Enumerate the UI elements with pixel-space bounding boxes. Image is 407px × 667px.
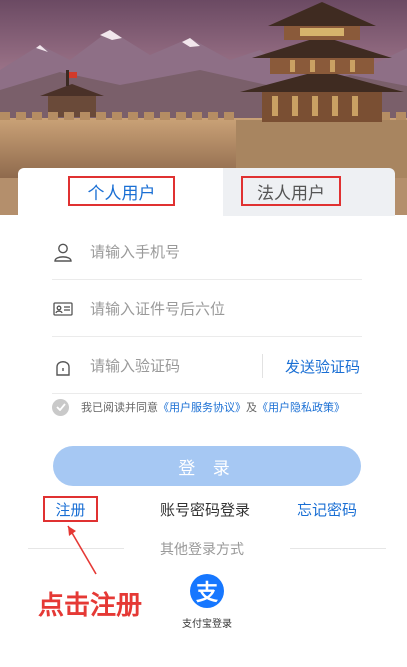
agreement-prefix: 我已阅读并同意 [81, 401, 158, 414]
send-code-button[interactable]: 发送验证码 [261, 354, 360, 378]
agreement-row: 我已阅读并同意 《用户服务协议》 及 《用户隐私政策》 [52, 397, 397, 417]
privacy-policy-link[interactable]: 《用户隐私政策》 [257, 399, 345, 415]
register-link[interactable]: 注册 [43, 496, 98, 522]
alipay-login-label: 支付宝登录 [182, 619, 232, 630]
tab-personal-user[interactable]: 个人用户 [68, 176, 175, 206]
forgot-password-link[interactable]: 忘记密码 [297, 499, 357, 520]
login-button[interactable]: 登 录 [53, 446, 361, 486]
id-number-field [52, 281, 362, 337]
phone-field [52, 224, 362, 280]
annotation-arrow [67, 525, 97, 575]
lock-icon [52, 355, 74, 377]
verification-code-field: 发送验证码 [52, 338, 362, 394]
service-agreement-link[interactable]: 《用户服务协议》 [158, 399, 246, 415]
phone-input[interactable] [90, 242, 362, 261]
user-type-tabs: 个人用户 法人用户 [18, 168, 395, 216]
alipay-login-button[interactable]: 支 支付宝登录 [175, 574, 239, 630]
id-card-icon [52, 298, 74, 320]
password-login-link[interactable]: 账号密码登录 [160, 499, 250, 520]
tab-legal-user[interactable]: 法人用户 [241, 176, 341, 206]
alipay-icon: 支 [190, 574, 224, 608]
divider-right [290, 548, 386, 549]
other-login-label: 其他登录方式 [160, 542, 244, 558]
user-icon [52, 241, 74, 263]
annotation-text: 点击注册 [38, 591, 143, 621]
id-number-input[interactable] [90, 299, 362, 318]
agreement-checkbox[interactable] [52, 398, 69, 416]
agreement-and: 及 [246, 401, 257, 414]
